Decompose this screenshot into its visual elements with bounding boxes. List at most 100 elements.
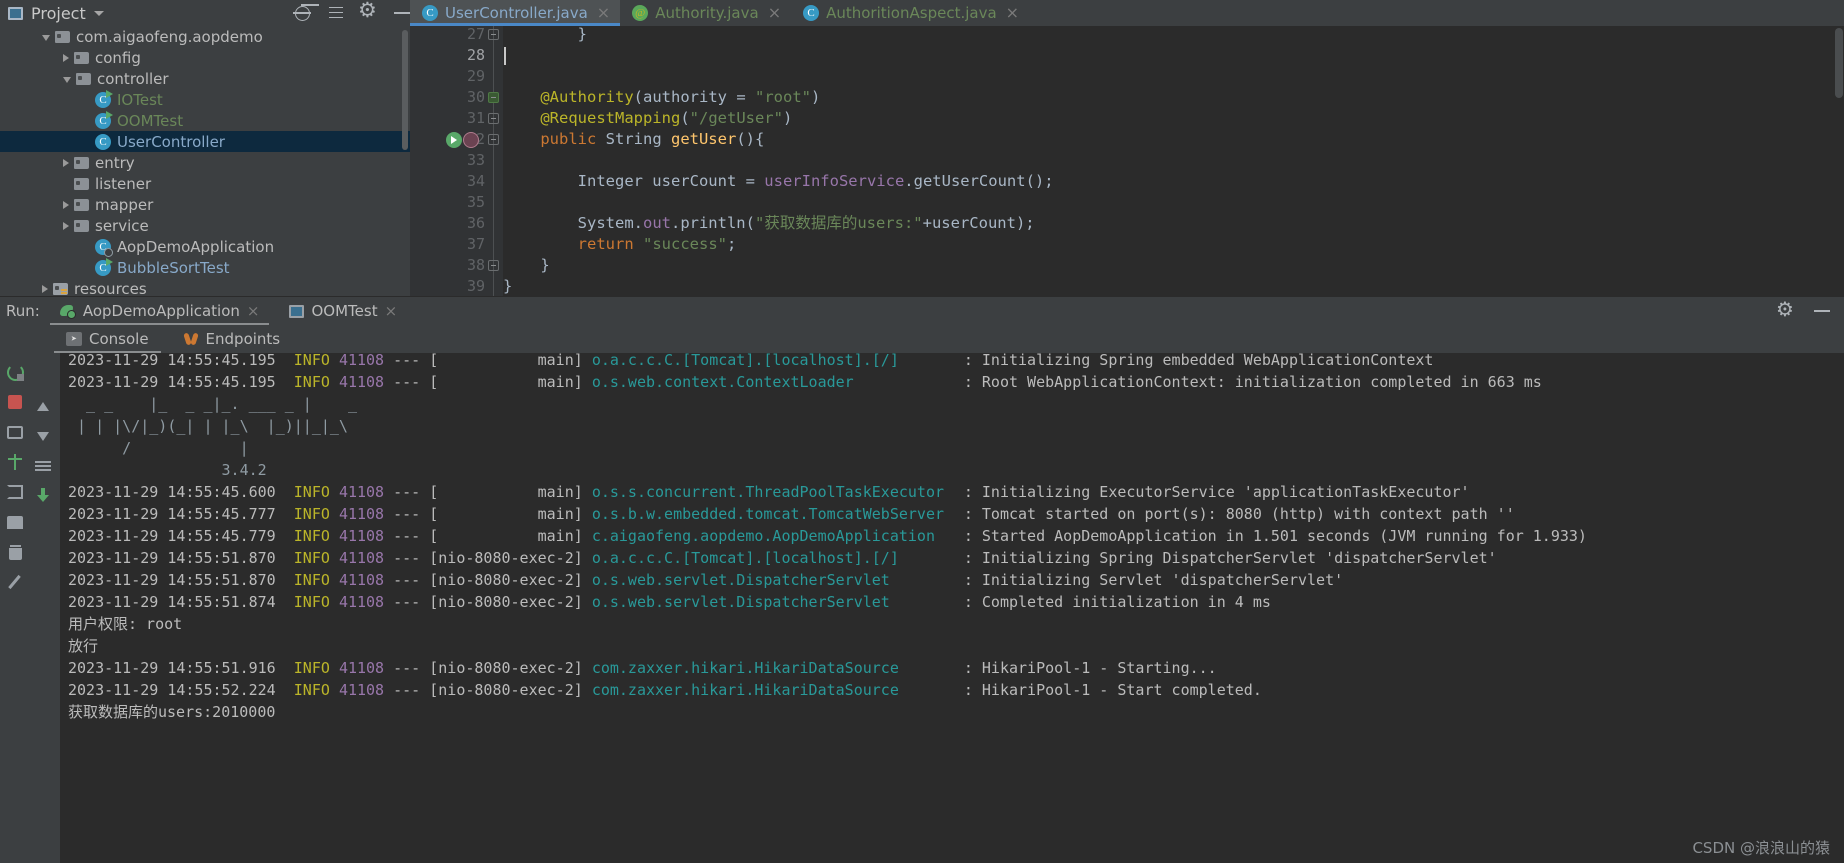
tree-node-oomtest[interactable]: C OOMTest bbox=[0, 110, 410, 131]
log-logger: o.a.c.c.C.[Tomcat].[localhost].[/] bbox=[591, 549, 899, 567]
locate-icon[interactable] bbox=[292, 3, 312, 23]
scroll-down-icon[interactable] bbox=[30, 421, 56, 451]
chevron-down-icon[interactable] bbox=[63, 76, 71, 83]
code-token: Integer userCount = bbox=[503, 172, 765, 190]
editor-tab-1[interactable]: @ Authority.java × bbox=[620, 0, 791, 26]
log-level: INFO bbox=[293, 483, 330, 501]
line-number-28: 28 bbox=[466, 46, 485, 64]
clear-all-icon[interactable] bbox=[2, 537, 28, 567]
code-editor[interactable]: 27282930313233343536373839 } @Authority(… bbox=[410, 26, 1844, 296]
code-token: String bbox=[596, 130, 671, 148]
editor-code-area[interactable]: } @Authority(authority = "root") @Reques… bbox=[503, 26, 1844, 296]
tree-node-bubblesorttest[interactable]: C BubbleSortTest bbox=[0, 257, 410, 278]
tree-node-iotest[interactable]: C IOTest bbox=[0, 89, 410, 110]
tree-node-aopdemoapplication[interactable]: C AopDemoApplication bbox=[0, 236, 410, 257]
log-pid: 41108 bbox=[338, 571, 385, 589]
tree-node-listener[interactable]: listener bbox=[0, 173, 410, 194]
chevron-right-icon[interactable] bbox=[42, 284, 48, 293]
sub-tab-label: Endpoints bbox=[205, 330, 281, 348]
editor-tab-0[interactable]: C UserController.java × bbox=[410, 0, 621, 26]
chevron-right-icon[interactable] bbox=[63, 221, 69, 230]
console-scrollbar[interactable] bbox=[1834, 353, 1844, 863]
tree-node-label: mapper bbox=[95, 195, 154, 214]
log-timestamp: 2023-11-29 14:55:45.600 bbox=[68, 483, 294, 501]
soft-wrap-icon[interactable] bbox=[30, 451, 56, 481]
stop-icon[interactable] bbox=[2, 387, 28, 417]
editor-tab-2[interactable]: C AuthoritionAspect.java × bbox=[791, 0, 1029, 26]
settings-icon[interactable] bbox=[358, 0, 378, 23]
pin-icon[interactable] bbox=[2, 567, 28, 597]
fold-toggle-icon[interactable] bbox=[488, 92, 499, 103]
fold-toggle-icon[interactable] bbox=[488, 134, 499, 145]
tree-node-label: config bbox=[95, 48, 141, 67]
collapse-all-icon[interactable] bbox=[326, 3, 346, 23]
log-thread: [ main] bbox=[429, 483, 592, 501]
chevron-right-icon[interactable] bbox=[63, 158, 69, 167]
console-line-7: 2023-11-29 14:55:45.777 INFO 41108 --- [… bbox=[68, 503, 1515, 525]
tree-node-com-aigaofeng-aopdemo[interactable]: com.aigaofeng.aopdemo bbox=[0, 26, 410, 47]
rerun-icon[interactable] bbox=[2, 357, 28, 387]
code-line-27: } bbox=[503, 26, 587, 45]
sub-tab-console[interactable]: ➤ Console bbox=[54, 325, 161, 353]
console-output[interactable]: 2023-11-29 14:55:45.195 INFO 41108 --- [… bbox=[60, 353, 1844, 863]
log-timestamp: 2023-11-29 14:55:52.224 bbox=[68, 681, 294, 699]
tree-node-usercontroller[interactable]: C UserController bbox=[0, 131, 410, 152]
editor-scrollbar-thumb[interactable] bbox=[1835, 28, 1843, 98]
run-gutter-icon[interactable] bbox=[446, 132, 462, 148]
folder-icon bbox=[74, 51, 89, 64]
log-logger: o.s.web.servlet.DispatcherServlet bbox=[591, 571, 890, 589]
fold-toggle-icon[interactable] bbox=[488, 29, 499, 40]
log-separator: --- bbox=[384, 505, 430, 523]
project-tree[interactable]: com.aigaofeng.aopdemo config controller C IO… bbox=[0, 26, 410, 296]
spring-bean-icon[interactable] bbox=[463, 132, 479, 148]
run-tab-0[interactable]: AopDemoApplication × bbox=[49, 297, 270, 325]
tree-node-controller[interactable]: controller bbox=[0, 68, 410, 89]
tree-node-entry[interactable]: entry bbox=[0, 152, 410, 173]
close-icon[interactable]: × bbox=[247, 302, 260, 320]
tree-node-mapper[interactable]: mapper bbox=[0, 194, 410, 215]
print-icon[interactable] bbox=[2, 507, 28, 537]
fold-toggle-icon[interactable] bbox=[488, 260, 499, 271]
chevron-right-icon[interactable] bbox=[63, 53, 69, 62]
close-icon[interactable]: × bbox=[768, 5, 781, 21]
tree-node-label: AopDemoApplication bbox=[117, 237, 275, 256]
log-space bbox=[330, 353, 339, 369]
settings-icon[interactable] bbox=[1776, 297, 1796, 321]
tree-node-service[interactable]: service bbox=[0, 215, 410, 236]
log-message: : Initializing ExecutorService 'applicat… bbox=[954, 483, 1470, 501]
run-label: Run: bbox=[6, 302, 40, 320]
run-tab-1[interactable]: OOMTest × bbox=[279, 297, 407, 325]
minimize-icon[interactable] bbox=[392, 3, 412, 23]
chevron-down-icon[interactable] bbox=[93, 10, 104, 16]
log-separator: --- bbox=[384, 353, 430, 369]
editor-fold-rail[interactable] bbox=[485, 26, 503, 296]
fold-toggle-icon[interactable] bbox=[488, 113, 499, 124]
chevron-right-icon[interactable] bbox=[63, 200, 69, 209]
sub-tab-endpoints[interactable]: Endpoints bbox=[177, 325, 287, 353]
code-token: } bbox=[503, 26, 587, 43]
spring-banner-line: / | bbox=[68, 439, 367, 457]
close-icon[interactable]: × bbox=[597, 5, 610, 21]
editor-gutter[interactable]: 27282930313233343536373839 bbox=[410, 26, 485, 296]
screenshot-icon[interactable] bbox=[2, 417, 28, 447]
code-token: .println( bbox=[670, 214, 755, 232]
tree-node-config[interactable]: config bbox=[0, 47, 410, 68]
close-icon[interactable]: × bbox=[385, 302, 398, 320]
log-message: : Tomcat started on port(s): 8080 (http)… bbox=[954, 505, 1515, 523]
editor-scrollbar[interactable] bbox=[1834, 26, 1844, 296]
log-pid: 41108 bbox=[338, 527, 385, 545]
scroll-to-end-icon[interactable] bbox=[30, 481, 56, 511]
tree-node-resources[interactable]: resources bbox=[0, 278, 410, 296]
tree-node-label: resources bbox=[74, 279, 147, 297]
project-tree-scrollbar[interactable] bbox=[402, 30, 408, 150]
minimize-icon[interactable] bbox=[1812, 301, 1832, 321]
log-timestamp: 2023-11-29 14:55:51.874 bbox=[68, 593, 294, 611]
thread-dump-icon[interactable] bbox=[2, 447, 28, 477]
close-icon[interactable]: × bbox=[1006, 5, 1019, 21]
console-plain-line: 用户权限: root bbox=[68, 615, 183, 633]
scroll-up-icon[interactable] bbox=[30, 391, 56, 421]
chevron-down-icon[interactable] bbox=[42, 34, 50, 41]
exit-icon[interactable] bbox=[2, 477, 28, 507]
project-tool-window-header[interactable]: Project bbox=[0, 0, 104, 26]
